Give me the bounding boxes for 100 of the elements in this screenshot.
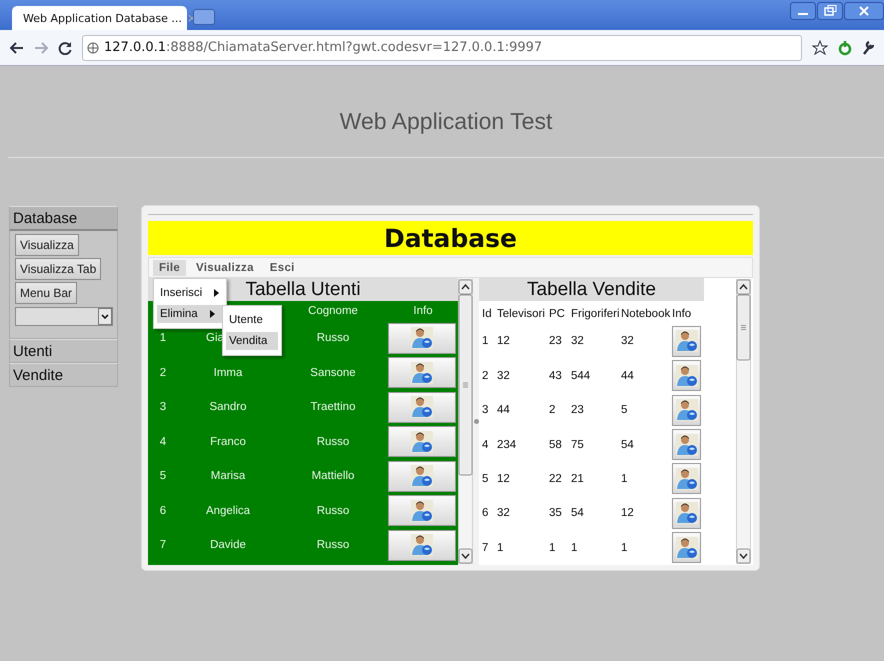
vertical-scrollbar[interactable] — [458, 279, 473, 564]
menu-item[interactable]: Esci — [264, 260, 301, 276]
dropdown[interactable] — [15, 307, 113, 326]
globe-icon — [87, 42, 99, 54]
menu-option[interactable]: Inserisci — [157, 284, 223, 302]
accordion-header[interactable]: Utenti — [9, 339, 118, 363]
info-button[interactable] — [672, 326, 701, 357]
menu-option[interactable]: Vendita — [226, 332, 278, 350]
table-cell-text: Russo — [316, 332, 350, 344]
table-cell-text: 21 — [571, 472, 585, 485]
table-cell-text: 1 — [158, 332, 168, 344]
info-button[interactable] — [388, 426, 456, 458]
new-tab-button[interactable] — [193, 9, 215, 25]
info-button[interactable] — [672, 429, 701, 460]
info-button[interactable] — [388, 322, 456, 354]
user-globe-icon — [411, 327, 433, 350]
info-button[interactable] — [388, 357, 456, 388]
restore-button[interactable] — [817, 2, 843, 20]
column-header: Cognome — [307, 305, 359, 317]
splitter-handle[interactable] — [474, 419, 478, 424]
table-cell-text: 44 — [621, 370, 635, 382]
menu-option-label: Inserisci — [160, 287, 202, 299]
info-button[interactable] — [388, 495, 456, 526]
table-cell-text: Sandro — [208, 401, 248, 414]
menu-option-label: Elimina — [160, 308, 198, 320]
sidebar-button[interactable]: Visualizza — [15, 234, 79, 256]
table-title: Tabella Utenti — [245, 278, 361, 300]
address-bar[interactable]: 127.0.0.1:8888/ChiamataServer.html?gwt.codesvr=127.0.0.1:9997 — [82, 34, 802, 60]
table-cell-text: 1 — [571, 542, 578, 554]
table-cell-text: 5 — [482, 472, 490, 485]
table-cell-text: 12 — [621, 507, 635, 520]
table-cell-text: 75 — [571, 438, 585, 450]
table-cell-text: 7 — [158, 539, 168, 552]
info-button[interactable] — [672, 360, 701, 392]
wrench-icon[interactable] — [862, 40, 874, 56]
info-button[interactable] — [388, 530, 456, 561]
minimize-button[interactable] — [790, 2, 816, 20]
table-cell-text: 35 — [549, 507, 563, 520]
table-cell-text: 1 — [621, 472, 628, 485]
menu-option[interactable]: Utente — [226, 311, 278, 329]
table-cell-text: Russo — [316, 504, 350, 517]
user-globe-icon — [411, 465, 433, 488]
accordion-header[interactable]: Database — [9, 206, 118, 231]
table-cell-text: Russo — [316, 539, 350, 552]
table-cell-text: 58 — [549, 438, 563, 450]
table-cell-text: 32 — [621, 335, 635, 348]
table-cell-text: 5 — [621, 404, 628, 416]
info-button[interactable] — [388, 460, 456, 492]
user-globe-icon — [676, 434, 698, 456]
table-cell-text: 32 — [497, 507, 511, 520]
table-cell-text: Imma — [212, 366, 244, 379]
user-globe-icon — [676, 330, 698, 352]
table-cell-text: 54 — [571, 507, 585, 520]
table-cell-text: Marisa — [210, 470, 246, 482]
user-globe-icon — [676, 364, 698, 387]
table-cell-text: Franco — [209, 436, 247, 448]
accordion-header[interactable]: Vendite — [9, 363, 118, 387]
table-cell-text: 544 — [571, 370, 592, 382]
column-header: Frigoriferi — [571, 308, 621, 320]
vertical-scrollbar[interactable] — [736, 279, 751, 564]
user-globe-icon — [411, 396, 433, 418]
table-cell-text: 6 — [158, 504, 168, 517]
info-button[interactable] — [672, 394, 701, 426]
back-icon[interactable] — [10, 42, 24, 54]
info-button[interactable] — [672, 532, 701, 564]
table-cell-text: 7 — [482, 542, 490, 554]
info-button[interactable] — [388, 392, 456, 423]
submenu-arrow-icon — [214, 289, 220, 297]
table-cell-text: 12 — [497, 472, 511, 485]
menu-option[interactable]: Elimina — [157, 305, 223, 323]
table-cell-text: 44 — [497, 404, 511, 416]
table-cell-text: 4 — [482, 438, 490, 450]
table-cell-text: 32 — [497, 370, 511, 382]
table-cell-text: 43 — [549, 370, 563, 382]
user-globe-icon — [411, 500, 433, 522]
tab-title: Web Application Database ... — [23, 12, 182, 24]
close-window-button[interactable] — [844, 2, 884, 20]
table-cell-text: 2 — [158, 366, 168, 379]
reload-icon[interactable] — [58, 40, 72, 54]
menu-item[interactable]: Visualizza — [190, 260, 260, 276]
table-cell-text: Mattiello — [310, 470, 356, 482]
table-cell-text: 54 — [621, 438, 635, 450]
menu-item[interactable]: File — [153, 260, 186, 276]
submenu-arrow-icon — [210, 310, 215, 318]
sidebar-button[interactable]: Visualizza Tab — [15, 258, 102, 280]
info-button[interactable] — [672, 463, 701, 494]
table-cell-text: 12 — [497, 335, 511, 348]
user-globe-icon — [411, 430, 433, 453]
page-title: Web Application Test — [340, 108, 552, 135]
user-globe-icon — [676, 468, 698, 490]
table-cell-text: 1 — [549, 542, 556, 554]
column-header: Televisori — [497, 308, 546, 320]
table-cell-text: 1 — [497, 542, 504, 554]
sidebar-button[interactable]: Menu Bar — [15, 282, 78, 304]
table-cell-text: 23 — [571, 404, 585, 416]
table-cell-text: 3 — [482, 404, 490, 416]
table-title: Tabella Vendite — [527, 278, 656, 300]
column-header: Info — [412, 305, 434, 317]
star-icon[interactable] — [812, 40, 828, 56]
info-button[interactable] — [672, 498, 701, 529]
